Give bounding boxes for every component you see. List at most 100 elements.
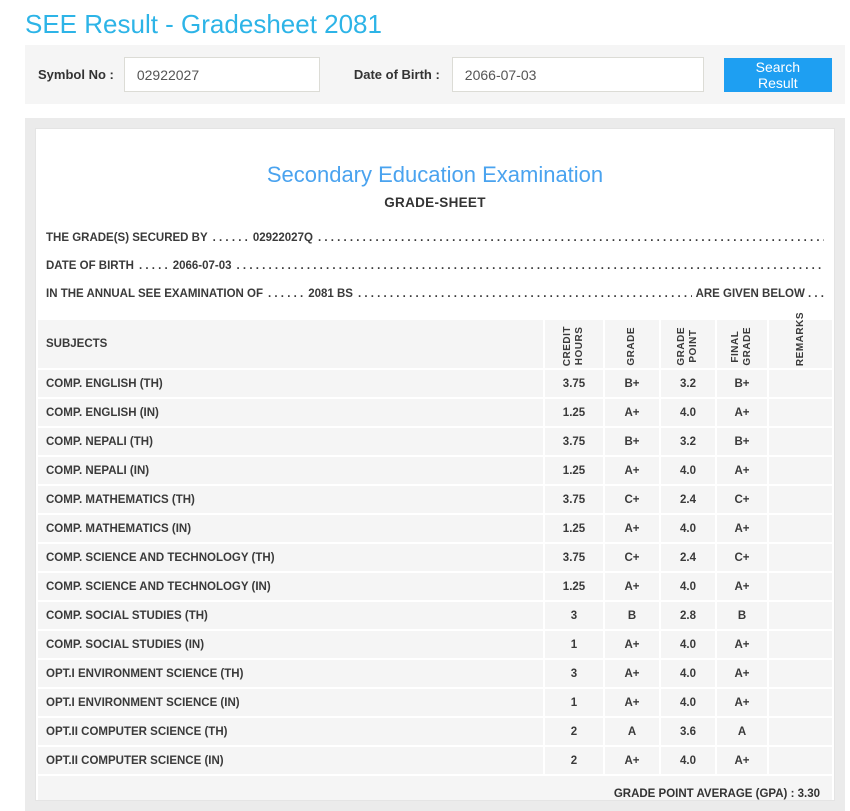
- value-cell: 3.75: [545, 370, 603, 397]
- page-title: SEE Result - Gradesheet 2081: [25, 9, 382, 39]
- value-cell: C+: [605, 486, 659, 513]
- subject-cell: COMP. ENGLISH (TH): [38, 370, 543, 397]
- value-cell: A+: [717, 631, 767, 658]
- value-cell: A+: [717, 515, 767, 542]
- header-subjects: SUBJECTS: [38, 320, 543, 368]
- value-cell: 3.6: [661, 718, 715, 745]
- value-cell: 3.2: [661, 370, 715, 397]
- value-cell: [769, 399, 832, 426]
- value-cell: C+: [605, 544, 659, 571]
- value-cell: 3: [545, 660, 603, 687]
- header-grade-point-label: GRADE POINT: [676, 327, 699, 366]
- table-row: COMP. NEPALI (TH) 3.75 B+ 3.2 B+: [38, 428, 832, 455]
- value-cell: A+: [605, 689, 659, 716]
- value-cell: [769, 631, 832, 658]
- subject-cell: COMP. NEPALI (TH): [38, 428, 543, 455]
- value-cell: 4.0: [661, 457, 715, 484]
- value-cell: B+: [717, 428, 767, 455]
- exam-year-value: 2081 BS: [308, 288, 353, 300]
- header-final-grade-label: FINAL GRADE: [730, 327, 753, 366]
- table-row: OPT.I ENVIRONMENT SCIENCE (TH) 3 A+ 4.0 A+: [38, 660, 832, 687]
- info-line-grades-secured-by: THE GRADE(S) SECURED BY . . . . . . 0292…: [46, 224, 824, 252]
- info-line-date-of-birth: DATE OF BIRTH . . . . . 2066-07-03 . . .…: [46, 252, 824, 280]
- subjects-tbody: COMP. ENGLISH (TH) 3.75 B+ 3.2 B+ COMP. ENGLI…: [38, 370, 832, 774]
- gpa-bar: GRADE POINT AVERAGE (GPA) : 3.30: [38, 776, 832, 800]
- info-label: DATE OF BIRTH: [46, 260, 134, 272]
- info-label: THE GRADE(S) SECURED BY: [46, 232, 208, 244]
- value-cell: C+: [717, 486, 767, 513]
- value-cell: A+: [605, 747, 659, 774]
- value-cell: [769, 573, 832, 600]
- value-cell: 3.75: [545, 428, 603, 455]
- grade-table: SUBJECTS CREDIT HOURS GRADE GRADE POINT …: [36, 312, 834, 776]
- table-row: COMP. MATHEMATICS (TH) 3.75 C+ 2.4 C+: [38, 486, 832, 513]
- value-cell: B: [605, 602, 659, 629]
- value-cell: 3.75: [545, 544, 603, 571]
- value-cell: A: [605, 718, 659, 745]
- value-cell: [769, 544, 832, 571]
- table-row: OPT.II COMPUTER SCIENCE (IN) 2 A+ 4.0 A+: [38, 747, 832, 774]
- header-grade: GRADE: [605, 320, 659, 368]
- subject-cell: COMP. SCIENCE AND TECHNOLOGY (TH): [38, 544, 543, 571]
- value-cell: A+: [605, 660, 659, 687]
- info-block: THE GRADE(S) SECURED BY . . . . . . 0292…: [46, 224, 824, 308]
- value-cell: [769, 457, 832, 484]
- value-cell: A+: [717, 689, 767, 716]
- exam-title: Secondary Education Examination: [266, 162, 604, 187]
- subject-cell: COMP. ENGLISH (IN): [38, 399, 543, 426]
- value-cell: [769, 515, 832, 542]
- subject-cell: COMP. NEPALI (IN): [38, 457, 543, 484]
- date-of-birth-label: Date of Birth :: [353, 67, 440, 82]
- table-row: COMP. SOCIAL STUDIES (IN) 1 A+ 4.0 A+: [38, 631, 832, 658]
- value-cell: [769, 486, 832, 513]
- value-cell: 4.0: [661, 515, 715, 542]
- value-cell: A+: [717, 747, 767, 774]
- value-cell: 4.0: [661, 399, 715, 426]
- value-cell: 2.4: [661, 544, 715, 571]
- dots-filler: . . . . . . . . . . . . . . . . . . . . …: [317, 232, 824, 244]
- value-cell: A+: [605, 631, 659, 658]
- table-row: COMP. SOCIAL STUDIES (TH) 3 B 2.8 B: [38, 602, 832, 629]
- table-row: COMP. SCIENCE AND TECHNOLOGY (TH) 3.75 C+ 2…: [38, 544, 832, 571]
- value-cell: A+: [605, 457, 659, 484]
- value-cell: [769, 428, 832, 455]
- subject-cell: COMP. MATHEMATICS (TH): [38, 486, 543, 513]
- table-header-row: SUBJECTS CREDIT HOURS GRADE GRADE POINT …: [38, 312, 832, 368]
- value-cell: B+: [605, 370, 659, 397]
- value-cell: [769, 747, 832, 774]
- subject-cell: OPT.II COMPUTER SCIENCE (IN): [38, 747, 543, 774]
- value-cell: 4.0: [661, 747, 715, 774]
- value-cell: 1: [545, 631, 603, 658]
- symbol-number-value: 02922027Q: [252, 232, 313, 244]
- value-cell: 2: [545, 718, 603, 745]
- header-credit-hours-label: CREDIT HOURS: [562, 325, 585, 366]
- value-cell: A: [717, 718, 767, 745]
- subject-cell: COMP. SCIENCE AND TECHNOLOGY (IN): [38, 573, 543, 600]
- value-cell: A+: [717, 660, 767, 687]
- value-cell: [769, 718, 832, 745]
- search-result-button[interactable]: Search Result: [723, 57, 832, 92]
- value-cell: A+: [717, 457, 767, 484]
- table-row: COMP. MATHEMATICS (IN) 1.25 A+ 4.0 A+: [38, 515, 832, 542]
- value-cell: 4.0: [661, 689, 715, 716]
- value-cell: 1: [545, 689, 603, 716]
- value-cell: [769, 602, 832, 629]
- date-of-birth-input[interactable]: [451, 57, 704, 92]
- sheet-title: GRADE-SHEET: [384, 195, 486, 210]
- value-cell: 1.25: [545, 399, 603, 426]
- table-row: OPT.II COMPUTER SCIENCE (TH) 2 A 3.6 A: [38, 718, 832, 745]
- subject-cell: OPT.II COMPUTER SCIENCE (TH): [38, 718, 543, 745]
- value-cell: A+: [717, 399, 767, 426]
- info-line-exam-year: IN THE ANNUAL SEE EXAMINATION OF . . . .…: [46, 280, 824, 308]
- value-cell: B+: [717, 370, 767, 397]
- info-label: IN THE ANNUAL SEE EXAMINATION OF: [46, 288, 264, 300]
- value-cell: [769, 370, 832, 397]
- symbol-no-input[interactable]: [123, 57, 320, 92]
- table-row: OPT.I ENVIRONMENT SCIENCE (IN) 1 A+ 4.0 A+: [38, 689, 832, 716]
- header-remarks-label: REMARKS: [794, 311, 806, 366]
- gpa-label: GRADE POINT AVERAGE (GPA) : 3.30: [613, 788, 820, 800]
- value-cell: A+: [717, 573, 767, 600]
- dots-filler: . . . . . . . . . . . . . . . . . . . . …: [357, 288, 692, 300]
- value-cell: A+: [605, 573, 659, 600]
- table-row: COMP. NEPALI (IN) 1.25 A+ 4.0 A+: [38, 457, 832, 484]
